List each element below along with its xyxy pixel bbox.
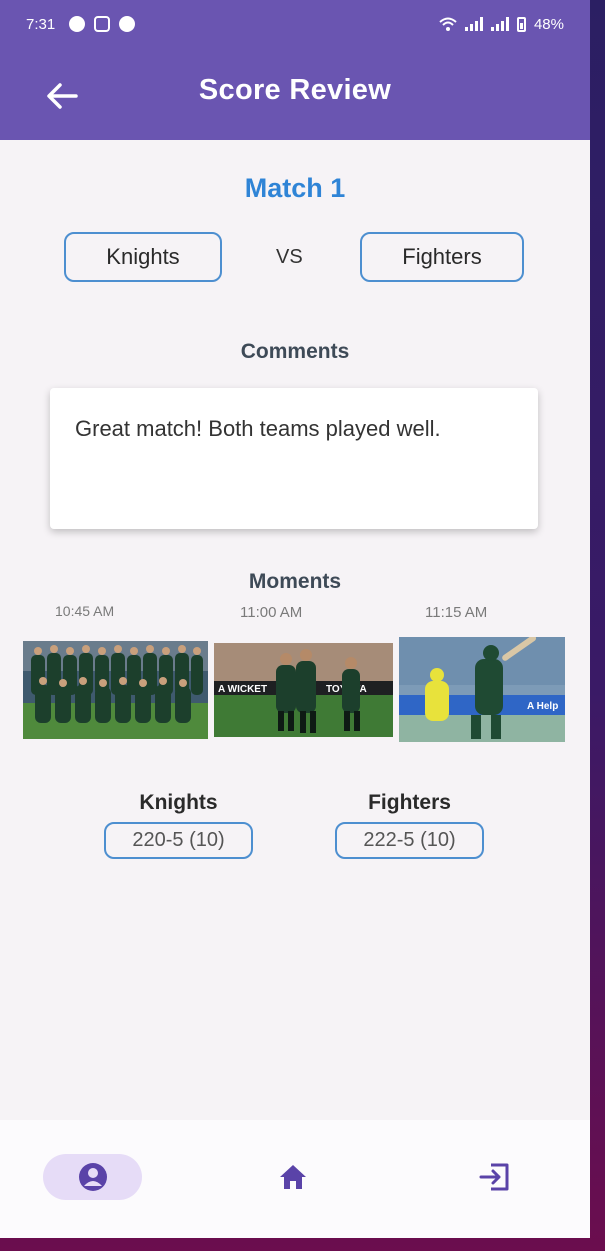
- moment-photo-batting[interactable]: A Help: [399, 637, 565, 742]
- notification-icon: [119, 16, 136, 32]
- status-bar: 7:31 48%: [0, 0, 590, 48]
- notification-icon: [69, 16, 86, 32]
- vs-label: VS: [276, 246, 303, 268]
- wifi-icon: [439, 17, 457, 31]
- instagram-icon: [94, 16, 111, 32]
- team-photo-image: [23, 641, 208, 739]
- moment-time: 11:15 AM: [425, 604, 488, 621]
- nav-profile-button[interactable]: [43, 1154, 142, 1200]
- bottom-navigation: [0, 1120, 590, 1238]
- moment-time: 10:45 AM: [55, 603, 115, 619]
- nav-home-button[interactable]: [270, 1154, 316, 1200]
- status-time: 7:31: [26, 15, 56, 33]
- moment-photo-celebration[interactable]: A WICKET TOYOTA: [214, 643, 393, 737]
- score-team-a-value: 220-5 (10): [104, 822, 253, 859]
- home-icon: [280, 1165, 306, 1189]
- battery-icon: [516, 16, 526, 32]
- match-title: Match 1: [244, 173, 346, 203]
- batting-photo-image: A Help: [399, 637, 565, 742]
- comment-card: Great match! Both teams played well.: [50, 388, 538, 529]
- moment-time: 11:00 AM: [240, 604, 303, 621]
- moment-photo-team[interactable]: [23, 641, 208, 739]
- svg-text:A WICKET: A WICKET: [218, 684, 267, 695]
- comment-text: Great match! Both teams played well.: [75, 416, 441, 441]
- profile-icon: [78, 1163, 107, 1191]
- page-title: Score Review: [198, 74, 392, 106]
- score-team-a-name: Knights: [139, 791, 218, 814]
- app-bar: Score Review: [0, 48, 590, 140]
- battery-percent: 48%: [533, 15, 564, 33]
- nav-logout-button[interactable]: [472, 1154, 518, 1200]
- score-team-b-name: Fighters: [368, 791, 451, 814]
- logout-icon: [479, 1163, 509, 1191]
- notification-icons: [69, 16, 136, 32]
- signal-icon: [490, 17, 509, 31]
- svg-text:A Help: A Help: [527, 701, 558, 712]
- app-screen: 7:31 48% Score Review Match 1 Knights VS…: [0, 0, 590, 1238]
- moments-heading: Moments: [248, 570, 342, 593]
- team-b-chip: Fighters: [360, 232, 524, 282]
- system-icons: 48%: [439, 16, 564, 33]
- score-team-b-value: 222-5 (10): [335, 822, 484, 859]
- signal-icon: [464, 17, 483, 31]
- comments-heading: Comments: [240, 340, 350, 363]
- team-a-chip: Knights: [64, 232, 222, 282]
- celebration-photo-image: A WICKET TOYOTA: [214, 643, 393, 737]
